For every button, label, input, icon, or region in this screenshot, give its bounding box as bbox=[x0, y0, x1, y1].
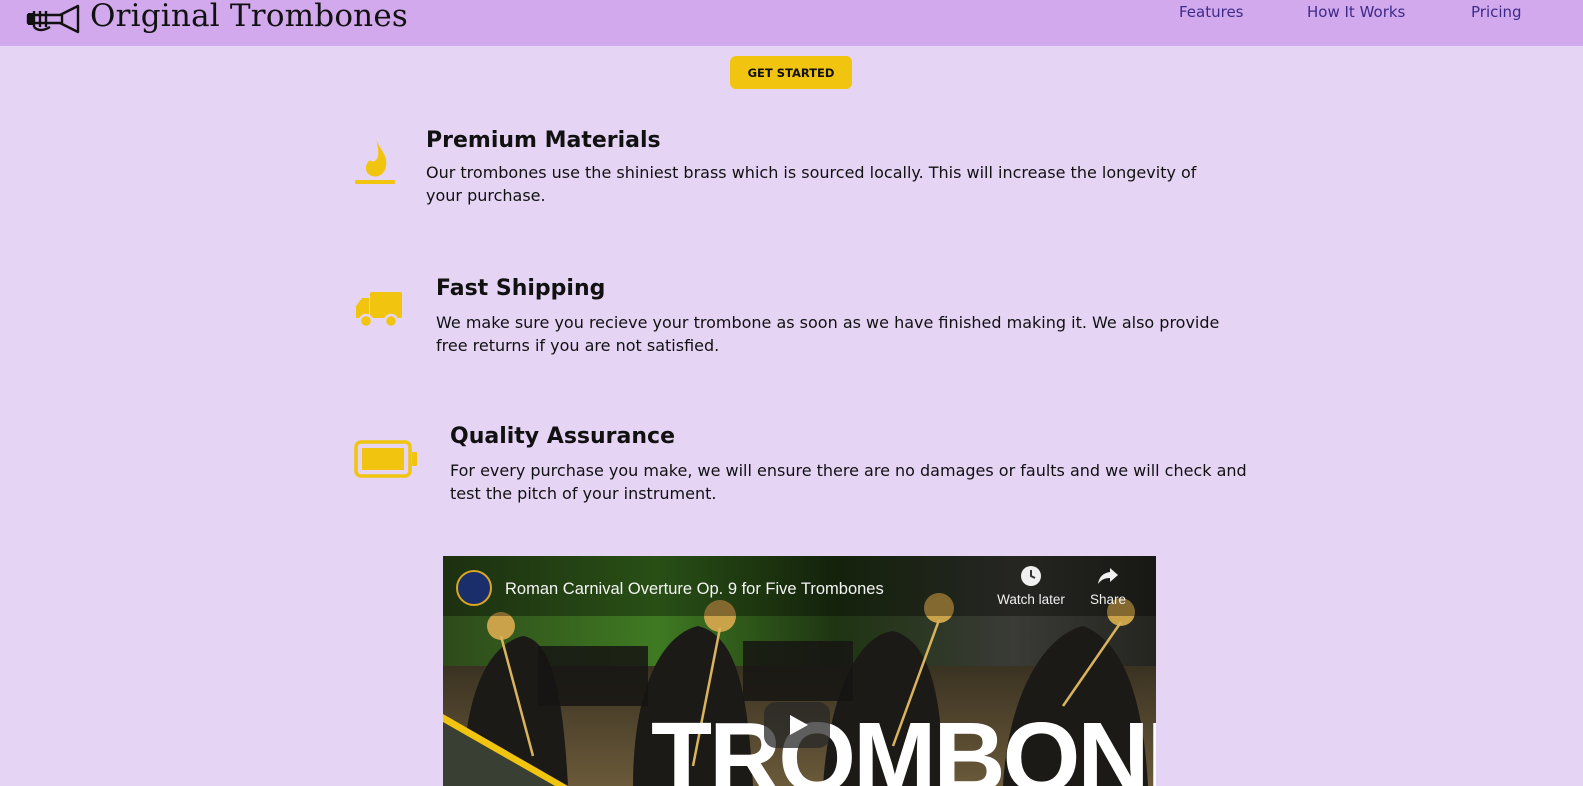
nav-link-how-it-works[interactable]: How It Works bbox=[1307, 3, 1405, 21]
feature-title-premium-materials: Premium Materials bbox=[426, 128, 661, 153]
share-label: Share bbox=[1089, 592, 1127, 607]
share-arrow-icon bbox=[1098, 568, 1118, 584]
site-header: Original Trombones Features How It Works… bbox=[0, 0, 1583, 46]
nav-link-pricing[interactable]: Pricing bbox=[1471, 3, 1522, 21]
watch-later-label: Watch later bbox=[997, 592, 1065, 607]
battery-full-icon bbox=[354, 440, 418, 482]
video-embed[interactable]: Roman Carnival Overture Op. 9 for Five T… bbox=[443, 556, 1156, 786]
feature-title-quality-assurance: Quality Assurance bbox=[450, 424, 676, 449]
feature-desc-fast-shipping: We make sure you recieve your trombone a… bbox=[436, 313, 1220, 355]
clock-icon bbox=[1021, 566, 1041, 586]
channel-avatar[interactable] bbox=[456, 570, 492, 606]
watch-later-button[interactable]: Watch later bbox=[991, 564, 1071, 607]
truck-icon bbox=[356, 290, 404, 334]
video-title[interactable]: Roman Carnival Overture Op. 9 for Five T… bbox=[505, 580, 884, 599]
brand-title[interactable]: Original Trombones bbox=[90, 0, 408, 34]
share-button[interactable]: Share bbox=[1076, 564, 1140, 607]
video-overlay-text: TROMBONE bbox=[651, 702, 1156, 786]
flame-icon bbox=[354, 136, 396, 192]
trumpet-logo-icon[interactable] bbox=[26, 3, 82, 35]
feature-title-fast-shipping: Fast Shipping bbox=[436, 276, 606, 301]
feature-desc-premium-materials: Our trombones use the shiniest brass whi… bbox=[426, 163, 1197, 205]
get-started-button[interactable]: GET STARTED bbox=[730, 56, 852, 89]
play-button[interactable] bbox=[764, 702, 830, 748]
feature-desc-quality-assurance: For every purchase you make, we will ens… bbox=[450, 461, 1247, 503]
nav-link-features[interactable]: Features bbox=[1179, 3, 1244, 21]
play-icon bbox=[790, 715, 808, 735]
